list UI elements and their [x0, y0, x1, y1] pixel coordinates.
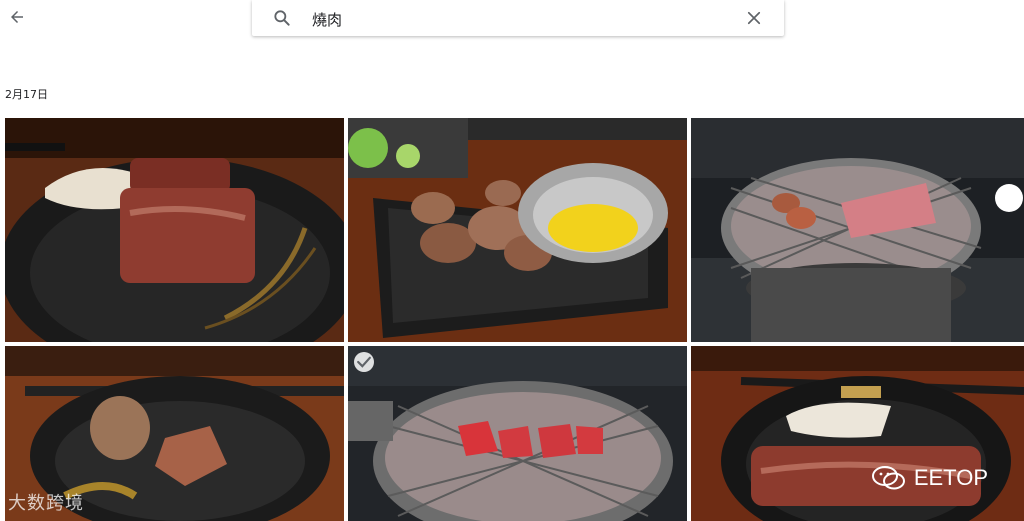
- photo-1[interactable]: [5, 118, 344, 342]
- watermark-left: 大数跨境: [8, 493, 84, 514]
- close-icon: [747, 11, 761, 25]
- search-input[interactable]: [310, 6, 714, 32]
- photo-5-image: [348, 346, 687, 521]
- search-icon[interactable]: [272, 8, 292, 28]
- search-bar: [252, 0, 784, 36]
- photo-2[interactable]: [348, 118, 687, 342]
- watermark-right-text: EETOP: [913, 465, 988, 490]
- photo-grid: [5, 118, 1024, 521]
- section-date-label: 2月17日: [5, 88, 48, 101]
- watermark-right: EETOP: [871, 465, 988, 491]
- photo-2-image: [348, 118, 687, 342]
- wechat-icon: [871, 466, 905, 490]
- photo-5[interactable]: [348, 346, 687, 521]
- arrow-back-icon: [11, 11, 23, 23]
- select-checkbox[interactable]: [354, 352, 374, 372]
- photo-3-image: [691, 118, 1024, 342]
- photo-6-image: [691, 346, 1024, 521]
- check-icon: [357, 356, 371, 368]
- photo-1-image: [5, 118, 344, 342]
- photo-6[interactable]: [691, 346, 1024, 521]
- clear-search-button[interactable]: [744, 8, 764, 28]
- photo-3[interactable]: [691, 118, 1024, 342]
- back-button[interactable]: [4, 4, 30, 30]
